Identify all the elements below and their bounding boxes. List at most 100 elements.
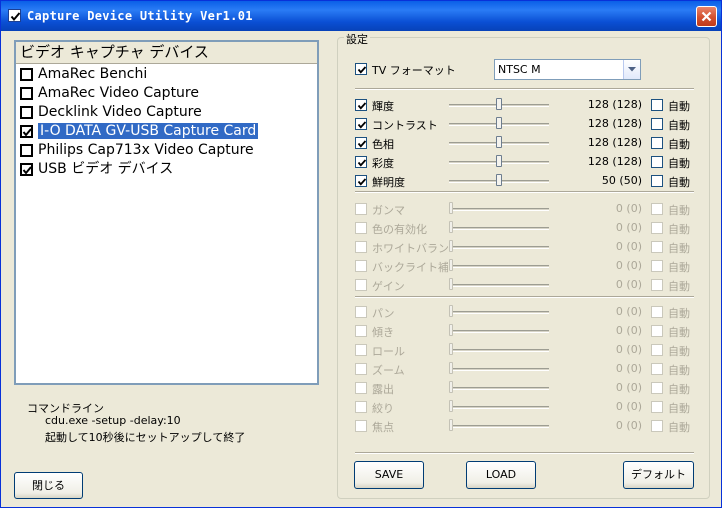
check-icon [357,178,367,186]
auto-checkbox [651,222,663,234]
auto-label: 自動 [668,119,690,132]
auto-checkbox[interactable] [651,156,663,168]
setting-row: ガンマ 0 (0) 自動 [355,201,700,217]
device-checkbox[interactable] [20,163,33,176]
device-checkbox[interactable] [20,68,33,81]
dropdown-arrow[interactable] [623,60,640,79]
auto-checkbox[interactable] [651,137,663,149]
separator [355,452,694,454]
auto-checkbox [651,203,663,215]
auto-checkbox [651,401,663,413]
setting-value: 0 (0) [615,362,642,375]
setting-name: 輝度 [372,100,394,113]
setting-enable-checkbox [355,325,367,337]
device-checkbox[interactable] [20,144,33,157]
setting-row: ゲイン 0 (0) 自動 [355,277,700,293]
setting-row: 露出 0 (0) 自動 [355,380,700,396]
setting-slider-thumb [449,202,453,214]
setting-name: 絞り [372,402,394,415]
setting-value: 0 (0) [615,221,642,234]
setting-enable-checkbox[interactable] [355,137,367,149]
setting-enable-checkbox [355,222,367,234]
setting-name: 傾き [372,326,394,339]
setting-enable-checkbox [355,203,367,215]
setting-slider-thumb [449,240,453,252]
setting-slider-thumb [449,259,453,271]
setting-slider-track [449,425,549,428]
device-label: I-O DATA GV-USB Capture Card [36,122,260,140]
setting-enable-checkbox[interactable] [355,99,367,111]
device-label: Philips Cap713x Video Capture [38,142,254,158]
setting-slider-thumb[interactable] [496,136,502,148]
device-list-item[interactable]: AmaRec Benchi [18,65,317,84]
auto-checkbox [651,363,663,375]
setting-enable-checkbox [355,344,367,356]
setting-name: ガンマ [372,204,405,217]
device-checkbox[interactable] [20,87,33,100]
setting-row: ロール 0 (0) 自動 [355,342,700,358]
setting-value: 0 (0) [615,324,642,337]
chevron-down-icon [628,67,636,72]
default-button[interactable]: デフォルト [623,461,694,489]
setting-row: 絞り 0 (0) 自動 [355,399,700,415]
setting-enable-checkbox [355,306,367,318]
auto-label: 自動 [668,261,690,274]
window-close-button[interactable] [696,6,717,27]
setting-name: ホワイトバランス [372,242,448,255]
device-checkbox[interactable] [20,125,33,138]
setting-name: パン [372,307,395,320]
check-icon [357,66,367,74]
tv-format-label: TV フォーマット [372,64,456,77]
close-button[interactable]: 閉じる [14,472,83,499]
setting-row: ズーム 0 (0) 自動 [355,361,700,377]
setting-slider-track [449,284,549,287]
setting-enable-checkbox [355,279,367,291]
setting-row: コントラスト 128 (128) 自動 [355,116,700,132]
setting-slider-track [449,406,549,409]
setting-row: 傾き 0 (0) 自動 [355,323,700,339]
setting-slider-thumb [449,305,453,317]
auto-checkbox[interactable] [651,99,663,111]
device-list-item[interactable]: Philips Cap713x Video Capture [18,141,317,160]
tv-format-checkbox[interactable] [355,63,367,75]
device-list-item[interactable]: I-O DATA GV-USB Capture Card [18,122,317,141]
setting-slider-thumb[interactable] [496,174,502,186]
auto-checkbox[interactable] [651,118,663,130]
setting-enable-checkbox[interactable] [355,175,367,187]
setting-slider-thumb [449,419,453,431]
setting-slider-track [449,311,549,314]
auto-label: 自動 [668,280,690,293]
separator [355,88,694,90]
auto-label: 自動 [668,100,690,113]
title-bar[interactable]: Capture Device Utility Ver1.01 [1,1,721,31]
setting-slider-thumb[interactable] [496,155,502,167]
setting-slider-track [449,330,549,333]
setting-slider-thumb[interactable] [496,98,502,110]
separator [355,296,694,298]
setting-enable-checkbox [355,260,367,272]
setting-slider-thumb [449,221,453,233]
setting-value: 0 (0) [615,305,642,318]
setting-row: 鮮明度 50 (50) 自動 [355,173,700,189]
command-line-text: cdu.exe -setup -delay:10 [45,414,181,427]
setting-enable-checkbox[interactable] [355,156,367,168]
device-list-item[interactable]: AmaRec Video Capture [18,84,317,103]
tv-format-select[interactable]: NTSC M [494,59,641,80]
device-checkbox[interactable] [20,106,33,119]
device-list-item[interactable]: Decklink Video Capture [18,103,317,122]
auto-label: 自動 [668,242,690,255]
setting-row: 焦点 0 (0) 自動 [355,418,700,434]
device-list-item[interactable]: USB ビデオ デバイス [18,160,317,179]
auto-checkbox[interactable] [651,175,663,187]
setting-enable-checkbox[interactable] [355,118,367,130]
window-title: Capture Device Utility Ver1.01 [27,9,253,23]
setting-enable-checkbox [355,382,367,394]
setting-value: 0 (0) [615,278,642,291]
save-button[interactable]: SAVE [354,461,424,489]
setting-slider-thumb[interactable] [496,117,502,129]
device-list[interactable]: ビデオ キャプチャ デバイス AmaRec Benchi AmaRec Video… [14,40,319,385]
setting-value: 0 (0) [615,202,642,215]
setting-row: 彩度 128 (128) 自動 [355,154,700,170]
setting-value: 0 (0) [615,259,642,272]
load-button[interactable]: LOAD [466,461,536,489]
